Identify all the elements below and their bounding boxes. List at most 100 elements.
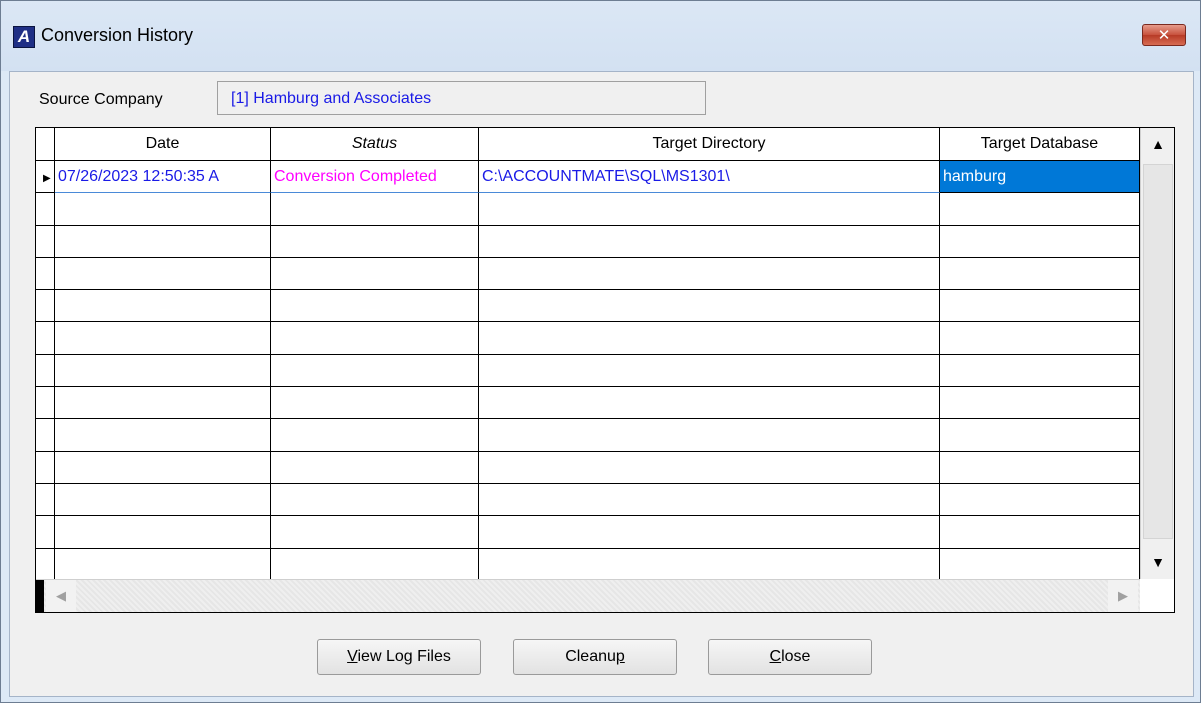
close-button[interactable]: Close [708, 639, 872, 675]
cell-target-directory[interactable] [479, 387, 940, 420]
cell-status[interactable] [271, 322, 479, 355]
cell-date[interactable] [55, 387, 271, 420]
row-selector[interactable] [36, 419, 55, 452]
row-selector[interactable] [36, 387, 55, 420]
cell-target-directory[interactable] [479, 225, 940, 258]
cell-target-directory[interactable] [479, 322, 940, 355]
close-window-button[interactable]: ✕ [1142, 24, 1186, 46]
app-logo-icon: A [13, 26, 35, 48]
cell-target-directory[interactable] [479, 548, 940, 579]
row-selector[interactable] [36, 225, 55, 258]
cell-target-database[interactable] [940, 225, 1140, 258]
scroll-split-handle[interactable] [36, 580, 44, 612]
vertical-scroll-track[interactable] [1143, 164, 1173, 539]
table-row[interactable] [36, 322, 1140, 355]
cell-target-database[interactable] [940, 548, 1140, 579]
row-selector[interactable] [36, 193, 55, 226]
cell-status[interactable]: Conversion Completed [271, 161, 479, 194]
table-row[interactable] [36, 225, 1140, 258]
cell-target-database[interactable] [940, 387, 1140, 420]
cell-status[interactable] [271, 354, 479, 388]
row-selector[interactable] [36, 354, 55, 388]
cell-date[interactable] [55, 483, 271, 517]
cell-date[interactable] [55, 516, 271, 549]
cell-target-database[interactable] [940, 516, 1140, 549]
cell-status[interactable] [271, 193, 479, 226]
cell-date[interactable] [55, 354, 271, 388]
table-row[interactable] [36, 419, 1140, 452]
cell-target-directory[interactable] [479, 290, 940, 323]
table-row[interactable] [36, 257, 1140, 291]
cell-target-database[interactable] [940, 322, 1140, 355]
row-selector[interactable] [36, 257, 55, 291]
table-row[interactable] [36, 451, 1140, 484]
cell-target-database[interactable] [940, 451, 1140, 484]
cell-target-database[interactable] [940, 419, 1140, 452]
row-selector[interactable] [36, 483, 55, 517]
row-selector[interactable] [36, 290, 55, 323]
cell-target-directory[interactable] [479, 419, 940, 452]
horizontal-scrollbar[interactable]: ◀ ▶ [36, 579, 1140, 612]
vertical-scrollbar[interactable]: ▲ ▼ [1140, 128, 1174, 579]
row-selector[interactable] [36, 548, 55, 579]
cell-target-directory[interactable] [479, 257, 940, 291]
scroll-down-arrow-icon[interactable]: ▼ [1141, 546, 1174, 579]
cell-target-database[interactable] [940, 257, 1140, 291]
cell-date[interactable] [55, 451, 271, 484]
row-selector[interactable] [36, 516, 55, 549]
cell-target-directory[interactable] [479, 354, 940, 388]
column-header-target-database[interactable]: Target Database [940, 128, 1140, 161]
cell-date[interactable] [55, 548, 271, 579]
table-row[interactable] [36, 387, 1140, 420]
cell-status[interactable] [271, 387, 479, 420]
table-row[interactable]: ▶ 07/26/2023 12:50:35 A Conversion Complet… [36, 161, 1140, 194]
cell-date[interactable] [55, 225, 271, 258]
cell-status[interactable] [271, 419, 479, 452]
cell-target-directory[interactable] [479, 516, 940, 549]
table-row[interactable] [36, 193, 1140, 226]
cell-date[interactable]: 07/26/2023 12:50:35 A [55, 161, 271, 194]
cell-date[interactable] [55, 290, 271, 323]
cell-status[interactable] [271, 225, 479, 258]
cleanup-button[interactable]: Cleanup [513, 639, 677, 675]
cell-date[interactable] [55, 193, 271, 226]
scroll-left-arrow-icon[interactable]: ◀ [46, 580, 76, 612]
scroll-right-arrow-icon[interactable]: ▶ [1108, 580, 1138, 612]
grid-rows: ▶ 07/26/2023 12:50:35 A Conversion Complet… [36, 161, 1140, 579]
cell-target-directory[interactable] [479, 483, 940, 517]
title-bar[interactable]: A Conversion History ✕ [1, 1, 1200, 71]
cell-status[interactable] [271, 451, 479, 484]
cell-date[interactable] [55, 257, 271, 291]
cell-date[interactable] [55, 419, 271, 452]
cell-date[interactable] [55, 322, 271, 355]
conversion-history-grid[interactable]: Date Status Target Directory Target Data… [35, 127, 1175, 613]
dialog-body: Source Company [1] Hamburg and Associate… [9, 71, 1194, 697]
cell-status[interactable] [271, 483, 479, 517]
cell-target-directory[interactable] [479, 193, 940, 226]
cell-status[interactable] [271, 548, 479, 579]
row-selector[interactable]: ▶ [36, 161, 55, 194]
table-row[interactable] [36, 483, 1140, 517]
cell-target-database[interactable] [940, 193, 1140, 226]
column-header-target-directory[interactable]: Target Directory [479, 128, 940, 161]
cell-target-database[interactable]: hamburg [940, 161, 1140, 194]
row-selector[interactable] [36, 451, 55, 484]
source-company-field: [1] Hamburg and Associates [217, 81, 706, 115]
table-row[interactable] [36, 548, 1140, 579]
scroll-up-arrow-icon[interactable]: ▲ [1141, 128, 1174, 161]
table-row[interactable] [36, 354, 1140, 388]
column-header-status[interactable]: Status [271, 128, 479, 161]
cell-status[interactable] [271, 257, 479, 291]
table-row[interactable] [36, 290, 1140, 323]
cell-target-database[interactable] [940, 483, 1140, 517]
cell-status[interactable] [271, 290, 479, 323]
row-selector[interactable] [36, 322, 55, 355]
cell-target-database[interactable] [940, 290, 1140, 323]
view-log-files-button[interactable]: View Log Files [317, 639, 481, 675]
table-row[interactable] [36, 516, 1140, 549]
cell-target-database[interactable] [940, 354, 1140, 388]
cell-target-directory[interactable] [479, 451, 940, 484]
cell-status[interactable] [271, 516, 479, 549]
column-header-date[interactable]: Date [55, 128, 271, 161]
cell-target-directory[interactable]: C:\ACCOUNTMATE\SQL\MS1301\ [479, 161, 940, 194]
